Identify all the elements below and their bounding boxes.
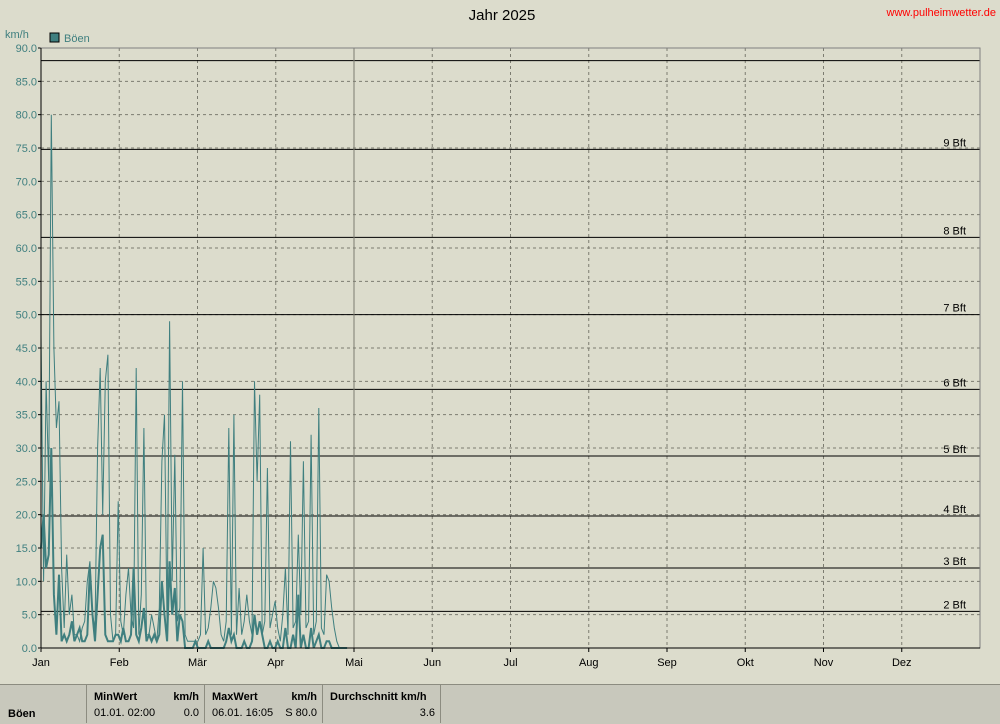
footer-avg-cell: Durchschnitt km/h 3.6	[323, 685, 441, 723]
y-tick-label: 30.0	[16, 443, 37, 455]
y-tick-label: 15.0	[16, 543, 37, 555]
y-tick-label: 80.0	[16, 110, 37, 122]
max-label: MaxWert	[212, 691, 258, 703]
beaufort-label: 3 Bft	[943, 556, 966, 568]
site-link[interactable]: www.pulheimwetter.de	[886, 7, 996, 19]
avg-value: 3.6	[419, 707, 435, 719]
y-tick-label: 25.0	[16, 476, 37, 488]
month-label: Mai	[345, 657, 363, 669]
footer-max-cell: MaxWert km/h 06.01. 16:05 S 80.0	[205, 685, 323, 723]
stats-footer: Böen MinWert km/h 01.01. 02:00 0.0 MaxWe…	[0, 684, 1000, 724]
beaufort-label: 5 Bft	[943, 444, 966, 456]
month-label: Mär	[188, 657, 207, 669]
y-tick-label: 35.0	[16, 410, 37, 422]
month-label: Okt	[737, 657, 754, 669]
y-tick-label: 85.0	[16, 76, 37, 88]
y-tick-label: 0.0	[22, 643, 37, 655]
footer-label-cell: Böen	[0, 685, 87, 723]
y-tick-label: 75.0	[16, 143, 37, 155]
y-tick-label: 50.0	[16, 310, 37, 322]
month-label: Apr	[267, 657, 284, 669]
beaufort-label: 8 Bft	[943, 225, 966, 237]
y-tick-label: 65.0	[16, 210, 37, 222]
beaufort-label: 2 Bft	[943, 599, 966, 611]
chart: Jahr 2025 www.pulheimwetter.de km/h Böen…	[5, 7, 996, 669]
y-tick-label: 20.0	[16, 510, 37, 522]
month-label: Aug	[579, 657, 599, 669]
month-label: Jul	[503, 657, 517, 669]
month-label: Nov	[814, 657, 834, 669]
min-label: MinWert	[94, 691, 138, 703]
chart-title: Jahr 2025	[469, 7, 536, 24]
y-tick-label: 10.0	[16, 576, 37, 588]
legend-swatch	[49, 32, 60, 43]
month-label: Feb	[110, 657, 129, 669]
footer-row-label: Böen	[8, 708, 36, 720]
y-tick-label: 60.0	[16, 243, 37, 255]
y-tick-label: 70.0	[16, 176, 37, 188]
y-tick-label: 45.0	[16, 343, 37, 355]
beaufort-label: 9 Bft	[943, 137, 966, 149]
y-tick-label: 40.0	[16, 376, 37, 388]
min-value: 0.0	[183, 707, 199, 719]
max-unit: km/h	[291, 691, 317, 703]
month-label: Sep	[657, 657, 677, 669]
beaufort-label: 4 Bft	[943, 504, 966, 516]
beaufort-label: 7 Bft	[943, 303, 966, 315]
y-tick-label: 55.0	[16, 276, 37, 288]
y-axis-unit: km/h	[5, 29, 29, 41]
min-date: 01.01. 02:00	[94, 707, 156, 719]
max-value: S 80.0	[285, 707, 317, 719]
month-label: Jun	[423, 657, 441, 669]
beaufort-label: 6 Bft	[943, 377, 966, 389]
min-unit: km/h	[173, 691, 199, 703]
month-label: Dez	[892, 657, 912, 669]
footer-min-cell: MinWert km/h 01.01. 02:00 0.0	[87, 685, 205, 723]
y-tick-label: 5.0	[22, 610, 37, 622]
max-date: 06.01. 16:05	[212, 707, 274, 719]
legend-label: Böen	[64, 33, 90, 45]
y-tick-label: 90.0	[16, 43, 37, 55]
month-label: Jan	[32, 657, 50, 669]
avg-label: Durchschnitt km/h	[330, 691, 427, 703]
